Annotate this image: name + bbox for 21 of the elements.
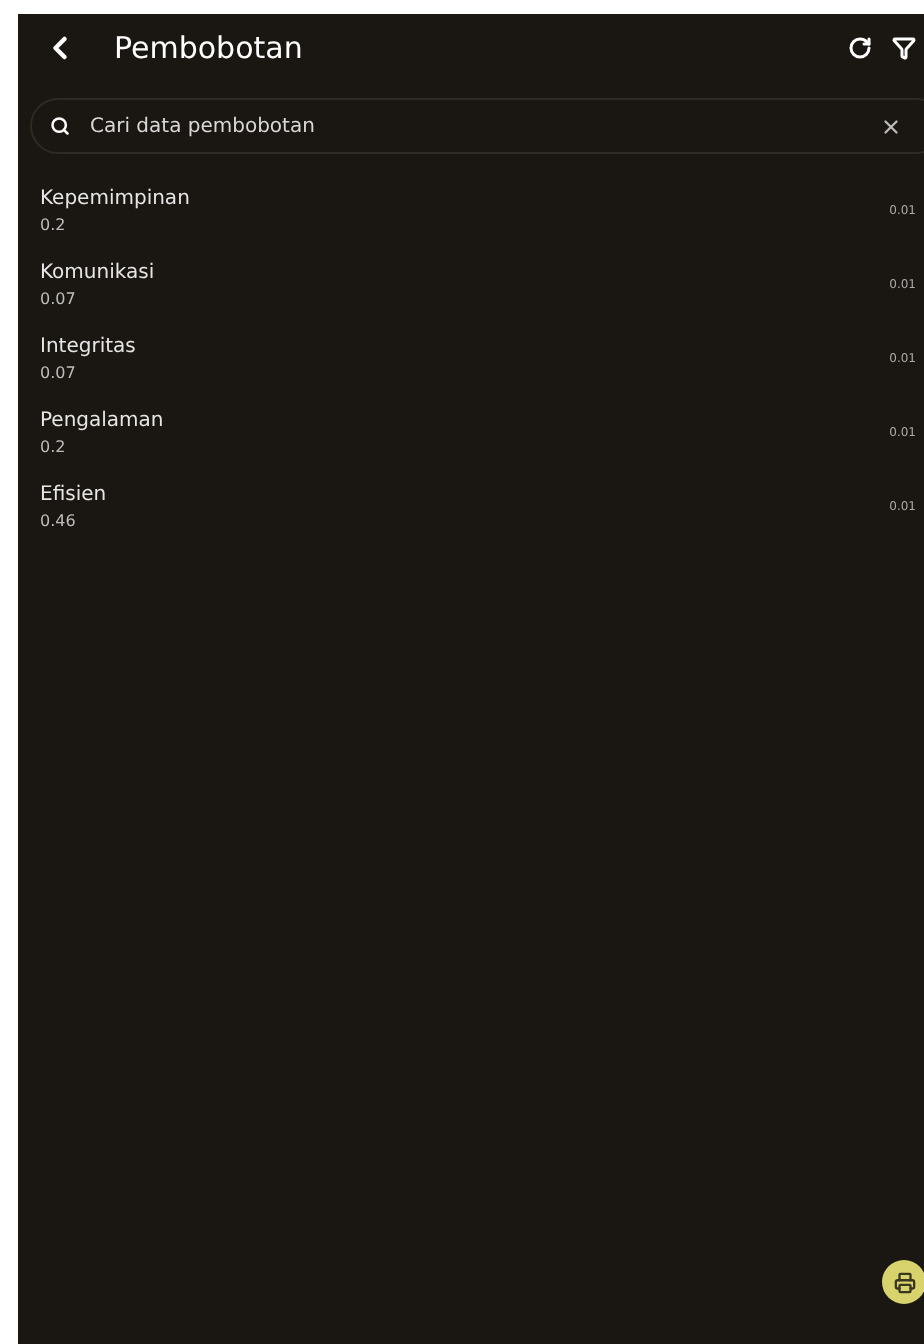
page-title: Pembobotan	[114, 27, 303, 70]
filter-icon	[892, 36, 916, 60]
item-value: 0.46	[40, 510, 78, 532]
refresh-button[interactable]	[848, 36, 872, 60]
filter-button[interactable]	[892, 36, 916, 60]
item-name: Komunikasi	[40, 260, 157, 288]
item-name: Kepemimpinan	[40, 186, 192, 214]
item-value: 0.2	[40, 436, 68, 458]
item-value: 0.07	[40, 362, 78, 384]
item-name: Efisien	[40, 482, 109, 510]
item-value: 0.2	[40, 214, 68, 236]
search-field[interactable]: Cari data pembobotan	[30, 98, 924, 154]
refresh-icon	[848, 36, 872, 60]
printer-icon	[893, 1271, 915, 1293]
print-button[interactable]	[882, 1260, 924, 1304]
clear-icon	[880, 115, 902, 137]
search-icon	[50, 116, 70, 136]
item-name: Pengalaman	[40, 408, 166, 436]
item-value: 0.07	[40, 288, 78, 310]
item-name: Integritas	[40, 334, 138, 362]
search-input[interactable]: Cari data pembobotan	[90, 111, 880, 141]
